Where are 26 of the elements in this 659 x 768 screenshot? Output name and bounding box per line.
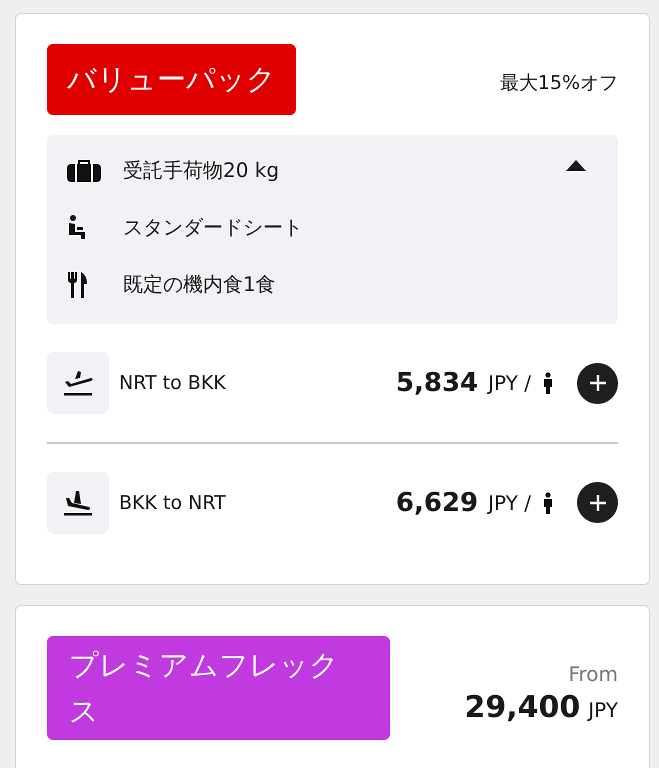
feature-text: 受託手荷物20 kg [123, 157, 280, 184]
feature-text: 既定の機内食1食 [123, 271, 276, 298]
currency-label: JPY / [488, 371, 531, 395]
person-icon [543, 372, 553, 394]
currency-label: JPY [588, 698, 618, 722]
route-label: BKK to NRT [119, 492, 226, 514]
price-amount: 5,834 [396, 368, 478, 398]
person-icon [543, 492, 553, 514]
add-button[interactable] [577, 362, 618, 404]
plus-icon [588, 374, 606, 392]
price-amount: 6,629 [396, 488, 478, 518]
discount-label: 最大15%オフ [500, 71, 618, 96]
feature-text: スタンダードシート [123, 214, 303, 241]
add-button[interactable] [577, 482, 618, 523]
landing-icon [63, 490, 93, 516]
bundle-name: プレミアムフレックス [47, 636, 390, 740]
caret-up-icon[interactable] [566, 159, 586, 171]
fork-knife-icon [67, 272, 89, 298]
currency-label: JPY / [488, 490, 531, 514]
bundle-name: バリューパック [47, 44, 296, 115]
suitcase-icon [67, 160, 101, 182]
route-label: NRT to BKK [119, 372, 226, 394]
from-label: From [568, 662, 618, 686]
price-amount: 29,400 [464, 690, 580, 724]
plus-icon [588, 494, 606, 512]
takeoff-icon [63, 370, 93, 396]
